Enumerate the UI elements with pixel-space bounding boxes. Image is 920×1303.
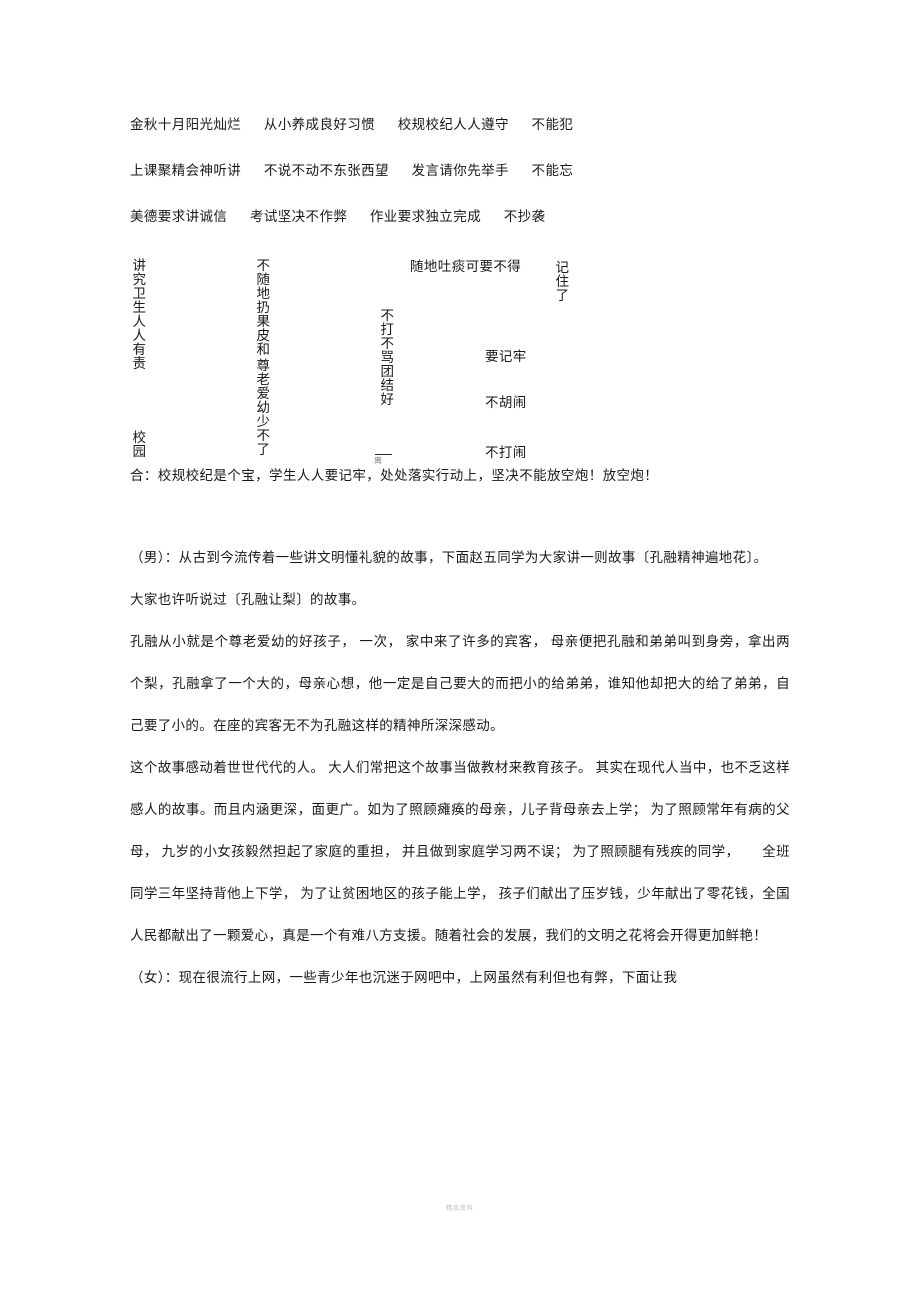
vertical-column-no-fighting: 不打不骂团结好 [378, 308, 394, 406]
snippet-no-spitting: 随地吐痰可要不得 [410, 259, 522, 274]
snippet-no-roughhousing: 不打闹 [485, 445, 527, 460]
document-content: 金秋十月阳光灿烂 从小养成良好习惯 校规校纪人人遵守 不能犯 上课聚精会神听讲 … [130, 118, 790, 999]
page-watermark: 精品资料 [445, 1206, 474, 1212]
slogan-line-3: 美德要求讲诚信 考试坚决不作弊 作业要求独立完成 不抄袭 [130, 209, 546, 224]
snippet-no-mischief: 不胡闹 [485, 395, 527, 410]
vertical-slogan-block: 讲究卫生人人有责 校园 不随地扔果皮和 尊老爱幼少不了 不打不骂团结好 随地吐痰… [130, 258, 790, 473]
slogan-line-1: 金秋十月阳光灿烂 从小养成良好习惯 校规校纪人人遵守 不能犯 [130, 117, 574, 132]
paragraph-female-intro: （女）：现在很流行上网，一些青少年也沉迷于网吧中，上网虽然有利但也有弊，下面让我 [130, 969, 678, 985]
paragraph-story-lead: 大家也许听说过〔孔融让梨〕的故事。 [130, 591, 366, 607]
vertical-column-respect-elders: 尊老爱幼少不了 [254, 358, 270, 456]
vertical-column-campus: 校园 [130, 430, 146, 458]
paragraph-modern-examples: 这个故事感动着世世代代的人。 大人们常把这个故事当做教材来教育孩子。 其实在现代… [130, 759, 790, 943]
overlap-artifact-char: 离 [374, 456, 382, 465]
slogan-line-2: 上课聚精会神听讲 不说不动不东张西望 发言请你先举手 不能忘 [130, 163, 574, 178]
document-page: 金秋十月阳光灿烂 从小养成良好习惯 校规校纪人人遵守 不能犯 上课聚精会神听讲 … [0, 0, 920, 1303]
vertical-column-no-litter: 不随地扔果皮和 [254, 258, 270, 356]
vertical-column-hygiene: 讲究卫生人人有责 [130, 258, 146, 370]
paragraph-kongrong-story: 孔融从小就是个尊老爱幼的好孩子， 一次， 家中来了许多的宾客， 母亲便把孔融和弟… [130, 633, 790, 733]
snippet-remember-it: 记住了 [553, 260, 569, 302]
strikethrough-mark [375, 454, 392, 455]
snippet-keep-in-mind: 要记牢 [485, 349, 527, 364]
spacer-after-chorus [130, 483, 790, 537]
paragraph-male-intro: （男）：从古到今流传着一些讲文明懂礼貌的故事，下面赵五同学为大家讲一则故事〔孔融… [130, 549, 768, 565]
